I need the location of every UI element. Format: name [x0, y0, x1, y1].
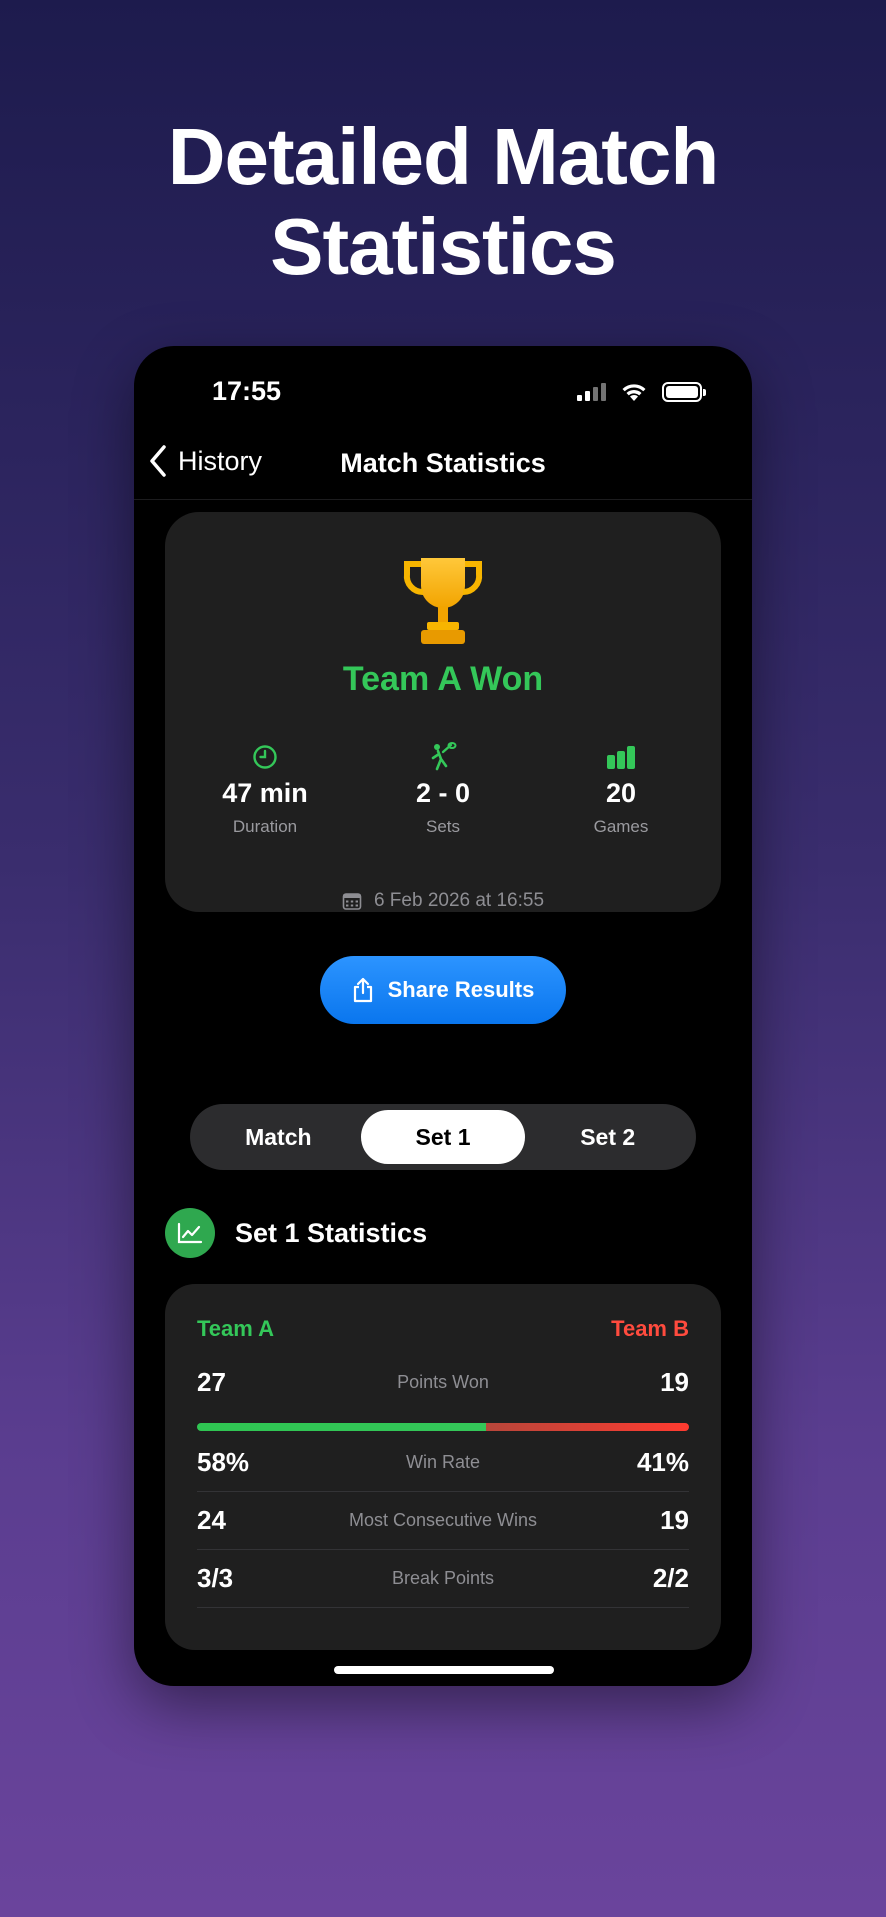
win-rate-team-b: 41% — [636, 1447, 689, 1477]
nav-bar: History Match Statistics — [134, 438, 752, 500]
home-indicator[interactable] — [334, 1666, 554, 1674]
status-icons — [577, 382, 706, 402]
winner-text: Team A Won — [342, 660, 544, 698]
set-segmented-control: Match Set 1 Set 2 — [190, 1104, 696, 1170]
share-results-label: Share Results — [387, 977, 535, 1002]
trophy-icon — [403, 558, 483, 644]
nav-title: Match Statistics — [340, 448, 546, 478]
line-chart-icon — [165, 1208, 215, 1258]
segment-set-1[interactable]: Set 1 — [360, 1110, 526, 1164]
tennis-player-icon — [431, 742, 457, 771]
team-a-label: Team A — [197, 1316, 275, 1341]
duration-label: Duration — [232, 817, 298, 836]
section-header: Set 1 Statistics — [165, 1208, 427, 1258]
share-results-button[interactable]: Share Results — [320, 956, 566, 1024]
points-share-team-a — [197, 1423, 486, 1431]
stat-row-break-points: 3/3 Break Points 2/2 — [197, 1550, 689, 1608]
segment-match[interactable]: Match — [196, 1110, 361, 1164]
battery-icon — [662, 382, 706, 402]
set-statistics-card: Team A Team B 27 Points Won 19 58% Win R… — [165, 1284, 721, 1650]
stat-sets: 2 - 0 Sets — [363, 742, 523, 837]
match-date-row: 6 Feb 2026 at 16:55 — [165, 890, 721, 912]
points-won-team-a: 27 — [197, 1366, 226, 1397]
team-b-label: Team B — [611, 1316, 689, 1341]
status-time: 17:55 — [212, 376, 282, 406]
win-rate-label: Win Rate — [405, 1452, 481, 1472]
stat-duration: 47 min Duration — [185, 742, 345, 837]
sets-label: Sets — [425, 817, 461, 836]
points-won-label: Points Won — [397, 1371, 489, 1392]
points-share-team-b — [485, 1423, 689, 1431]
consecutive-wins-team-b: 19 — [660, 1505, 689, 1535]
consecutive-wins-label: Most Consecutive Wins — [348, 1510, 538, 1530]
match-date: 6 Feb 2026 at 16:55 — [373, 890, 545, 911]
wifi-icon — [622, 384, 646, 401]
stat-games: 20 Games — [541, 742, 701, 837]
bar-chart-icon — [607, 746, 635, 769]
stat-row-consecutive-wins: 24 Most Consecutive Wins 19 — [197, 1492, 689, 1550]
clock-icon — [253, 745, 277, 769]
break-points-team-a: 3/3 — [197, 1563, 234, 1593]
headline: Detailed Match Statistics — [0, 112, 886, 292]
games-value: 20 — [605, 778, 637, 808]
match-summary-card: Team A Won 47 min Duration 2 - 0 Sets 20… — [165, 512, 721, 1024]
cellular-icon — [577, 383, 606, 401]
stat-row-win-rate: 58% Win Rate 41% — [197, 1434, 689, 1492]
headline-line-1: Detailed Match — [167, 112, 720, 201]
segment-set-2[interactable]: Set 2 — [525, 1110, 690, 1164]
break-points-team-b: 2/2 — [652, 1563, 689, 1593]
win-rate-team-a: 58% — [197, 1447, 250, 1477]
stat-row-points-won: 27 Points Won 19 — [197, 1353, 689, 1411]
phone-screen: 17:55 History Match Statistics Team A Wo… — [134, 346, 752, 1686]
games-label: Games — [593, 817, 649, 836]
headline-line-2: Statistics — [270, 202, 617, 291]
section-title: Set 1 Statistics — [235, 1217, 428, 1248]
points-share-bar — [197, 1423, 689, 1431]
calendar-icon — [342, 893, 362, 910]
break-points-label: Break Points — [391, 1568, 495, 1588]
points-won-team-b: 19 — [660, 1366, 689, 1397]
share-icon — [353, 977, 372, 1003]
sets-value: 2 - 0 — [415, 778, 471, 808]
consecutive-wins-team-a: 24 — [197, 1505, 226, 1535]
duration-value: 47 min — [222, 778, 308, 808]
